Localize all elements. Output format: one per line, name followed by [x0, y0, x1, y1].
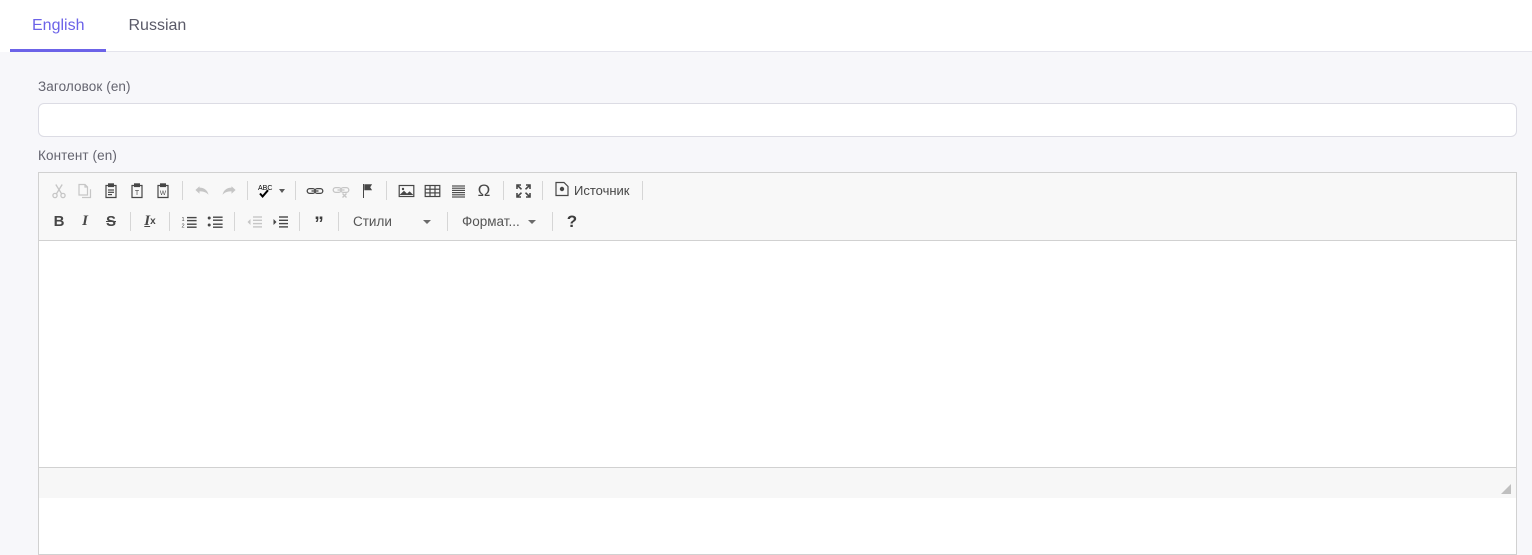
table-icon[interactable] [419, 179, 445, 203]
redo-icon[interactable] [215, 179, 241, 203]
svg-text:1: 1 [181, 216, 184, 222]
toolbar-separator [641, 181, 643, 200]
elements-path-bar [39, 467, 1516, 498]
blockquote-icon[interactable]: ” [306, 210, 332, 234]
toolbar-separator [130, 212, 131, 231]
unlink-icon[interactable] [328, 179, 354, 203]
strikethrough-icon[interactable]: S [98, 210, 124, 234]
insert-group: Ω [393, 179, 497, 203]
toolbar-separator [295, 181, 296, 200]
italic-icon[interactable]: I [72, 210, 98, 234]
tab-english-label: English [32, 17, 85, 34]
outdent-icon[interactable] [241, 210, 267, 234]
basic-styles-group: B I S [46, 210, 124, 234]
undo-group [189, 179, 241, 203]
remove-format-icon[interactable]: Ix [137, 210, 163, 234]
chevron-down-icon [528, 219, 536, 224]
ckeditor-container: T W ABC Ω Источник B I S I x 1 2 ” Стили… [38, 172, 1517, 555]
toolbar-separator [169, 212, 170, 231]
source-button-label: Источник [574, 183, 630, 198]
about-button-label: ? [566, 211, 578, 231]
title-field-label: Заголовок (en) [38, 79, 131, 94]
svg-text:W: W [160, 190, 167, 197]
ckeditor-toolbar: T W ABC Ω Источник B I S I x 1 2 ” Стили… [39, 173, 1516, 241]
translation-form-card: Заголовок (en) Контент (en) T W ABC Ω Ис… [10, 52, 1532, 555]
editor-body[interactable] [39, 241, 1516, 467]
source-icon [555, 181, 569, 200]
copy-icon[interactable] [72, 179, 98, 203]
toolbar-separator [182, 181, 183, 200]
indent-group [241, 210, 293, 234]
resize-grip-icon[interactable] [1500, 482, 1512, 494]
toolbar-separator [503, 181, 504, 200]
format-combo-label: Формат... [462, 214, 520, 229]
cut-icon[interactable] [46, 179, 72, 203]
chevron-down-icon [423, 219, 431, 224]
chevron-down-icon [279, 188, 285, 193]
maximize-icon[interactable] [510, 179, 536, 203]
paste-icon[interactable] [98, 179, 124, 203]
toolbar-separator [299, 212, 300, 231]
toolbar-separator [338, 212, 339, 231]
svg-text:2: 2 [181, 223, 184, 229]
toolbar-separator [447, 212, 448, 231]
toolbar-separator [247, 181, 248, 200]
toolbar-row-1: T W ABC Ω Источник [39, 175, 1516, 206]
svg-text:T: T [135, 190, 140, 197]
indent-icon[interactable] [267, 210, 293, 234]
svg-text:ABC: ABC [258, 185, 272, 192]
tab-russian-label: Russian [128, 17, 187, 34]
toolbar-row-2: B I S Ix 1 2 ” Стили Формат... ? [39, 206, 1516, 237]
content-field-label: Контент (en) [38, 148, 117, 163]
toolbar-separator [542, 181, 543, 200]
styles-combo-label: Стили [353, 214, 392, 229]
language-tab-bar: English Russian [0, 0, 1532, 52]
toolbar-separator [234, 212, 235, 231]
tab-english[interactable]: English [10, 0, 107, 52]
paste-as-text-icon[interactable]: T [124, 179, 150, 203]
tab-russian[interactable]: Russian [106, 0, 208, 52]
list-group: 1 2 [176, 210, 228, 234]
link-icon[interactable] [302, 179, 328, 203]
toolbar-separator [386, 181, 387, 200]
undo-icon[interactable] [189, 179, 215, 203]
paste-from-word-icon[interactable]: W [150, 179, 176, 203]
numbered-list-icon[interactable]: 1 2 [176, 210, 202, 234]
toolbar-separator [552, 212, 553, 231]
bulleted-list-icon[interactable] [202, 210, 228, 234]
styles-combo[interactable]: Стили [345, 210, 441, 234]
clipboard-group: T W [46, 179, 176, 203]
special-char-icon[interactable]: Ω [471, 179, 497, 203]
bold-icon[interactable]: B [46, 210, 72, 234]
about-button[interactable]: ? [559, 210, 585, 234]
format-combo[interactable]: Формат... [454, 210, 546, 234]
image-icon[interactable] [393, 179, 419, 203]
source-button[interactable]: Источник [549, 179, 636, 203]
horizontal-rule-icon[interactable] [445, 179, 471, 203]
anchor-icon[interactable] [354, 179, 380, 203]
title-input[interactable] [38, 103, 1517, 137]
link-group [302, 179, 380, 203]
spellcheck-icon[interactable]: ABC [254, 179, 289, 203]
